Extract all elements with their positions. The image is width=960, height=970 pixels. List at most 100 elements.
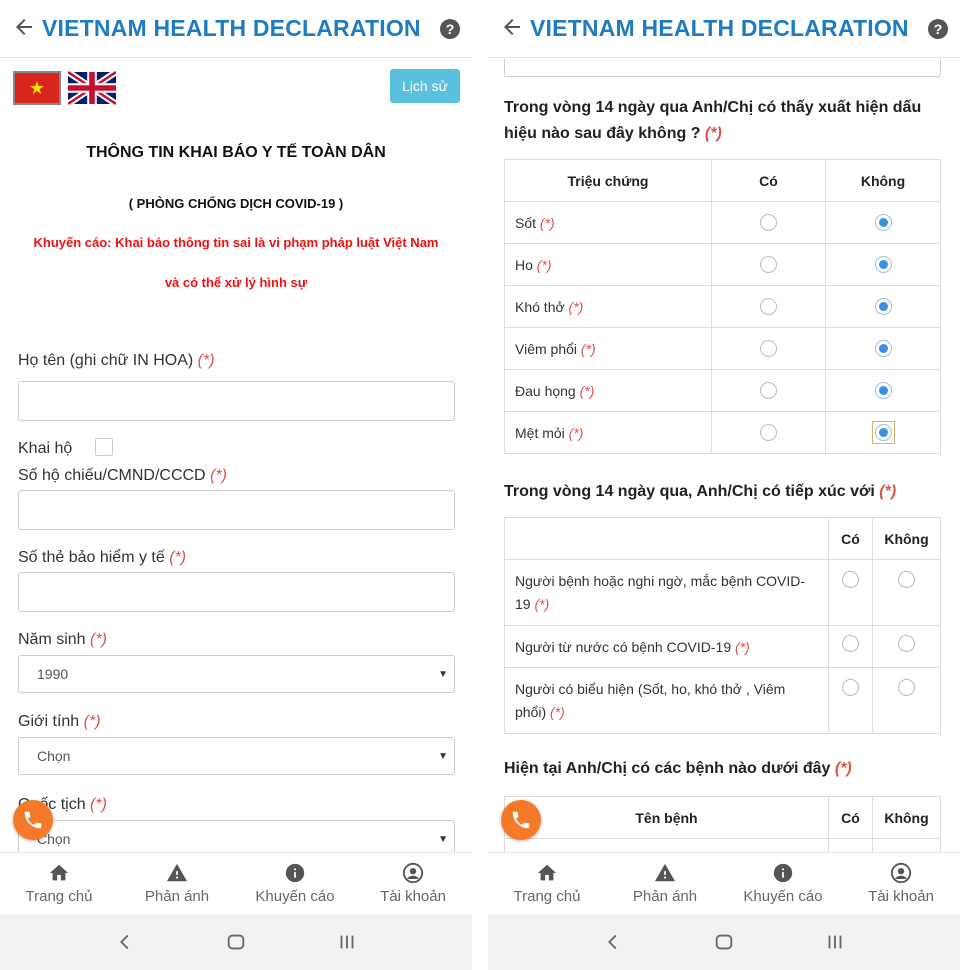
pneumonia-yes-radio[interactable] (760, 340, 777, 358)
bottom-navigation: Trang chủ Phản ánh Khuyến cáo Tài khoản (0, 852, 472, 914)
insurance-label: Số thẻ bảo hiểm y tế (*) (18, 549, 187, 566)
warning-icon (654, 863, 676, 882)
system-recents-icon[interactable] (824, 931, 846, 953)
contact-country-yes-radio[interactable] (842, 634, 859, 652)
sore-throat-no-radio[interactable] (874, 382, 892, 400)
home-icon (537, 864, 557, 881)
caret-down-icon: ▼ (438, 751, 448, 762)
phone-icon (512, 811, 530, 829)
help-icon[interactable]: ? (928, 18, 948, 39)
system-home-icon[interactable] (713, 931, 735, 953)
account-icon (890, 862, 912, 884)
table-row: Khó thở (*) (504, 285, 941, 328)
table-header-row: Triệu chứng Có Không (504, 159, 941, 202)
nav-advice[interactable]: Khuyến cáo (724, 853, 842, 914)
diseases-question: Hiện tại Anh/Chị có các bệnh nào dưới đâ… (504, 760, 852, 777)
screen-form-personal: VIETNAM HEALTH DECLARATION ? ★ Lịch sử T… (0, 0, 472, 970)
phone-icon (24, 811, 42, 829)
system-navigation-bar (488, 914, 960, 970)
contact-patient-yes-radio[interactable] (842, 570, 859, 588)
nav-account[interactable]: Tài khoản (354, 853, 472, 914)
fever-no-radio[interactable] (874, 214, 892, 232)
fatigue-no-radio[interactable] (874, 424, 892, 442)
table-row: Người bệnh hoặc nghi ngờ, mắc bệnh COVID… (504, 559, 941, 626)
form-heading: THÔNG TIN KHAI BÁO Y TẾ TOÀN DÂN (86, 144, 386, 161)
symptoms-question: Trong vòng 14 ngày qua Anh/Chị có thấy x… (504, 99, 922, 142)
full-name-input[interactable] (18, 381, 455, 421)
system-home-icon[interactable] (225, 931, 247, 953)
on-behalf-label: Khai hộ (18, 440, 73, 457)
system-back-icon[interactable] (114, 931, 136, 953)
call-hotline-button[interactable] (13, 800, 53, 840)
required-mark: (*) (83, 713, 101, 730)
nav-home[interactable]: Trang chủ (488, 853, 606, 914)
required-mark: (*) (704, 125, 722, 142)
pneumonia-no-radio[interactable] (874, 340, 892, 358)
vietnamese-flag-icon[interactable]: ★ (13, 71, 61, 105)
nav-home[interactable]: Trang chủ (0, 853, 118, 914)
account-icon (402, 862, 424, 884)
form-subheading: ( PHÒNG CHỐNG DỊCH COVID-19 ) (128, 196, 344, 211)
table-header-row: Tên bệnh Có Không (504, 796, 941, 839)
system-recents-icon[interactable] (336, 931, 358, 953)
disease-table: Tên bệnh Có Không (504, 796, 941, 852)
caret-down-icon: ▼ (438, 669, 448, 680)
nav-advice[interactable]: Khuyến cáo (236, 853, 354, 914)
required-mark: (*) (169, 549, 187, 566)
app-bar: VIETNAM HEALTH DECLARATION ? (0, 0, 472, 58)
breathing-no-radio[interactable] (874, 298, 892, 316)
required-mark: (*) (90, 796, 107, 813)
contact-symptoms-yes-radio[interactable] (842, 678, 859, 696)
contact-symptoms-no-radio[interactable] (898, 678, 915, 696)
app-title: VIETNAM HEALTH DECLARATION (42, 15, 421, 41)
breathing-yes-radio[interactable] (760, 298, 777, 316)
cough-no-radio[interactable] (874, 256, 892, 274)
home-icon (49, 864, 69, 881)
app-title: VIETNAM HEALTH DECLARATION (530, 15, 909, 41)
required-mark: (*) (197, 352, 215, 369)
passport-label: Số hộ chiếu/CMND/CCCD (*) (18, 467, 227, 484)
previous-field-input[interactable] (504, 59, 941, 77)
gender-select[interactable]: Chọn ▼ (18, 737, 455, 775)
contact-country-no-radio[interactable] (898, 634, 915, 652)
call-hotline-button[interactable] (501, 800, 541, 840)
nationality-select[interactable]: Chọn ▼ (18, 820, 455, 852)
legal-warning-line2: và có thể xử lý hình sự (164, 275, 308, 290)
nav-report[interactable]: Phản ánh (606, 853, 724, 914)
nav-report[interactable]: Phản ánh (118, 853, 236, 914)
warning-icon (166, 863, 188, 882)
cough-yes-radio[interactable] (760, 256, 777, 274)
system-back-icon[interactable] (602, 931, 624, 953)
history-button[interactable]: Lịch sử (390, 69, 460, 103)
bottom-navigation: Trang chủ Phản ánh Khuyến cáo Tài khoản (488, 852, 960, 914)
back-arrow-icon[interactable] (12, 15, 40, 43)
table-row: Sốt (*) (504, 201, 941, 244)
passport-input[interactable] (18, 490, 455, 530)
contact-question: Trong vòng 14 ngày qua, Anh/Chị có tiếp … (504, 483, 897, 500)
app-bar: VIETNAM HEALTH DECLARATION ? (488, 0, 960, 58)
table-row (504, 838, 941, 852)
table-row: Người có biểu hiện (Sốt, ho, khó thở , V… (504, 667, 941, 734)
on-behalf-checkbox[interactable] (95, 438, 113, 456)
table-row: Mệt mỏi (*) (504, 411, 941, 454)
form-content: Trong vòng 14 ngày qua Anh/Chị có thấy x… (488, 59, 960, 852)
sore-throat-yes-radio[interactable] (760, 382, 777, 400)
contact-patient-no-radio[interactable] (898, 570, 915, 588)
fatigue-yes-radio[interactable] (760, 424, 777, 442)
help-icon[interactable]: ? (440, 18, 460, 39)
required-mark: (*) (879, 483, 897, 500)
insurance-input[interactable] (18, 572, 455, 612)
english-flag-icon[interactable] (66, 69, 118, 107)
symptoms-table: Triệu chứng Có Không Sốt (*) Ho (*) Khó … (504, 159, 941, 454)
back-arrow-icon[interactable] (500, 15, 528, 43)
fever-yes-radio[interactable] (760, 214, 777, 232)
screen-form-health: VIETNAM HEALTH DECLARATION ? Trong vòng … (488, 0, 960, 970)
legal-warning-line1: Khuyến cáo: Khai báo thông tin sai là vi… (33, 235, 439, 250)
required-mark: (*) (90, 631, 107, 648)
info-icon (773, 863, 793, 883)
contact-table: Có Không Người bệnh hoặc nghi ngờ, mắc b… (504, 517, 941, 734)
table-row: Viêm phổi (*) (504, 327, 941, 370)
nav-account[interactable]: Tài khoản (842, 853, 960, 914)
birth-year-select[interactable]: 1990 ▼ (18, 655, 455, 693)
system-navigation-bar (0, 914, 472, 970)
